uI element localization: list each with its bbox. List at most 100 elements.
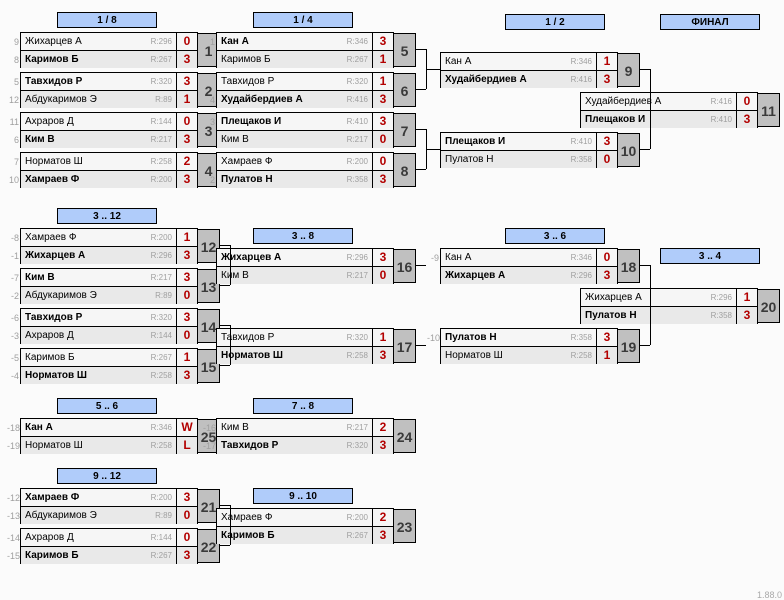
player-row: Жихарцев АR:2963: [217, 249, 393, 266]
seed: 2: [203, 175, 217, 185]
match-1: 9Жихарцев АR:29608Каримов БR:26731: [20, 32, 198, 68]
player-rating: R:258: [142, 371, 176, 380]
player-name: Плещаков И: [441, 136, 562, 147]
match-6: Тавхидов РR:32014Худайбердиев АR:41636: [216, 72, 394, 108]
seed: 8: [7, 55, 21, 65]
match-20: Жихарцев АR:2961Пулатов НR:358320: [580, 288, 758, 324]
player-row: -14Ахраров ДR:1440: [21, 529, 197, 546]
player-rating: R:358: [338, 175, 372, 184]
player-name: Ахраров Д: [21, 116, 142, 127]
player-name: Тавхидов Р: [217, 332, 338, 343]
player-row: 2Пулатов НR:3583: [217, 170, 393, 188]
match-16: Жихарцев АR:2963Ким ВR:217016: [216, 248, 394, 284]
player-row: Тавхидов РR:3201: [217, 73, 393, 90]
player-name: Жихарцев А: [217, 252, 338, 263]
player-rating: R:320: [338, 441, 372, 450]
match-22: -14Ахраров ДR:1440-15Каримов БR:267322: [20, 528, 198, 564]
connector: [650, 265, 651, 345]
player-name: Каримов Б: [21, 550, 142, 561]
player-name: Хамраев Ф: [217, 512, 338, 523]
player-name: Ким В: [217, 422, 338, 433]
player-row: -8Хамраев ФR:2001: [21, 229, 197, 246]
score: 0: [176, 507, 197, 524]
connector: [220, 365, 230, 366]
player-rating: R:144: [142, 533, 176, 542]
score: 3: [596, 133, 617, 150]
stage-title-b38: 3 .. 8: [253, 228, 353, 244]
player-rating: R:267: [142, 551, 176, 560]
player-name: Кан А: [441, 252, 562, 263]
player-row: Каримов БR:2673: [217, 526, 393, 544]
connector: [230, 245, 231, 285]
match-4: 7Норматов ШR:258210Хамраев ФR:20034: [20, 152, 198, 188]
player-row: -18Кан АR:346W: [21, 419, 197, 436]
match-number: 7: [394, 113, 416, 147]
player-name: Тавхидов Р: [21, 312, 142, 323]
score: 3: [372, 91, 393, 108]
player-name: Пулатов Н: [581, 310, 702, 321]
stage-title-s14: 1 / 4: [253, 12, 353, 28]
player-row: Ким ВR:2170: [217, 130, 393, 148]
player-rating: R:346: [142, 423, 176, 432]
player-name: Норматов Ш: [21, 156, 142, 167]
stage-title-final: ФИНАЛ: [660, 14, 760, 30]
player-row: Плещаков ИR:4103: [441, 133, 617, 150]
seed: 6: [7, 135, 21, 145]
player-row: Ким ВR:2170: [217, 266, 393, 284]
player-rating: R:267: [338, 55, 372, 64]
player-name: Плещаков И: [217, 116, 338, 127]
player-name: Хамраев Ф: [21, 174, 142, 185]
player-rating: R:89: [142, 95, 176, 104]
seed: 5: [7, 77, 21, 87]
connector: [416, 345, 426, 346]
score: 1: [372, 329, 393, 346]
player-name: Кан А: [217, 36, 338, 47]
player-rating: R:416: [562, 75, 596, 84]
player-rating: R:320: [142, 313, 176, 322]
player-name: Ахраров Д: [21, 330, 142, 341]
player-rating: R:416: [702, 97, 736, 106]
player-name: Худайбердиев А: [581, 96, 702, 107]
player-name: Каримов Б: [21, 54, 142, 65]
player-rating: R:217: [338, 135, 372, 144]
player-rating: R:410: [562, 137, 596, 146]
match-25: -18Кан АR:346W-19Норматов ШR:258L25: [20, 418, 198, 454]
player-name: Каримов Б: [217, 54, 338, 65]
match-number: 5: [394, 33, 416, 67]
player-name: Абдукаримов Э: [21, 94, 142, 105]
score: 3: [176, 309, 197, 326]
score: L: [176, 437, 197, 454]
player-rating: R:217: [338, 423, 372, 432]
player-row: Каримов БR:2671: [217, 50, 393, 68]
score: 3: [372, 249, 393, 266]
player-rating: R:89: [142, 511, 176, 520]
player-name: Каримов Б: [21, 352, 142, 363]
player-rating: R:200: [338, 513, 372, 522]
player-rating: R:200: [142, 493, 176, 502]
score: 3: [176, 269, 197, 286]
match-18: -9Кан АR:3460Жихарцев АR:296318: [440, 248, 618, 284]
player-name: Жихарцев А: [21, 250, 142, 261]
player-rating: R:358: [562, 333, 596, 342]
score: 0: [176, 33, 197, 50]
player-rating: R:296: [338, 253, 372, 262]
player-rating: R:267: [142, 55, 176, 64]
seed: 9: [7, 37, 21, 47]
match-number: 11: [758, 93, 780, 127]
player-name: Жихарцев А: [441, 270, 562, 281]
player-rating: R:296: [562, 271, 596, 280]
player-rating: R:358: [562, 155, 596, 164]
seed: -10: [427, 333, 441, 343]
player-name: Ким В: [217, 270, 338, 281]
player-name: Норматов Ш: [21, 370, 142, 381]
player-name: Худайбердиев А: [217, 94, 338, 105]
player-rating: R:217: [142, 273, 176, 282]
seed: -18: [7, 423, 21, 433]
score: 1: [596, 53, 617, 70]
seed: -16: [203, 423, 217, 433]
seed: 10: [7, 175, 21, 185]
player-row: Пулатов НR:3580: [441, 150, 617, 168]
match-number: 18: [618, 249, 640, 283]
player-row: 1Кан АR:3463: [217, 33, 393, 50]
seed: 3: [203, 117, 217, 127]
